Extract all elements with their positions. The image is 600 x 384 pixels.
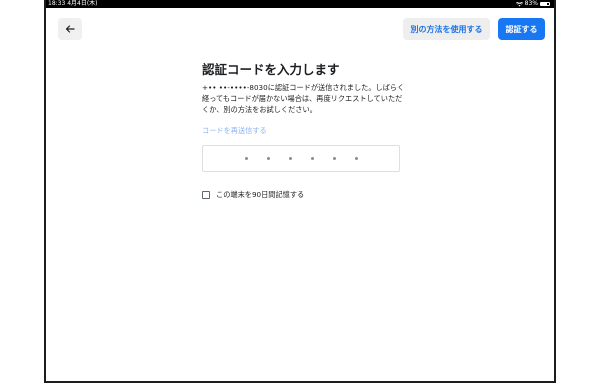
status-time: 18:33 4月4日(木) (48, 0, 98, 7)
battery-percent: 83% (524, 0, 538, 7)
page-title: 認証コードを入力します (202, 62, 340, 77)
verify-button[interactable]: 認証する (498, 18, 545, 40)
use-other-method-button[interactable]: 別の方法を使用する (403, 18, 490, 40)
remember-device-label: この端末を90日間記憶する (216, 190, 305, 199)
tablet-screen: 18:33 4月4日(木) 83% 別の方法を使用する 認証する 認証コードを入… (44, 0, 556, 383)
remember-device-checkbox[interactable] (202, 191, 210, 199)
status-right: 83% (515, 0, 550, 8)
wifi-icon (515, 1, 523, 6)
resend-code-link[interactable]: コードを再送信する (202, 126, 267, 136)
battery-icon (540, 2, 550, 6)
status-bar: 18:33 4月4日(木) 83% (46, 0, 554, 8)
code-placeholder-dots (244, 157, 358, 160)
back-button[interactable] (58, 18, 82, 40)
arrow-left-icon (65, 25, 75, 33)
description-text: +•• ••-••••-8030に認証コードが送信されました。しばらく経ってもコ… (202, 83, 405, 114)
remember-device-row[interactable]: この端末を90日間記憶する (202, 190, 304, 200)
code-input[interactable] (202, 145, 400, 172)
